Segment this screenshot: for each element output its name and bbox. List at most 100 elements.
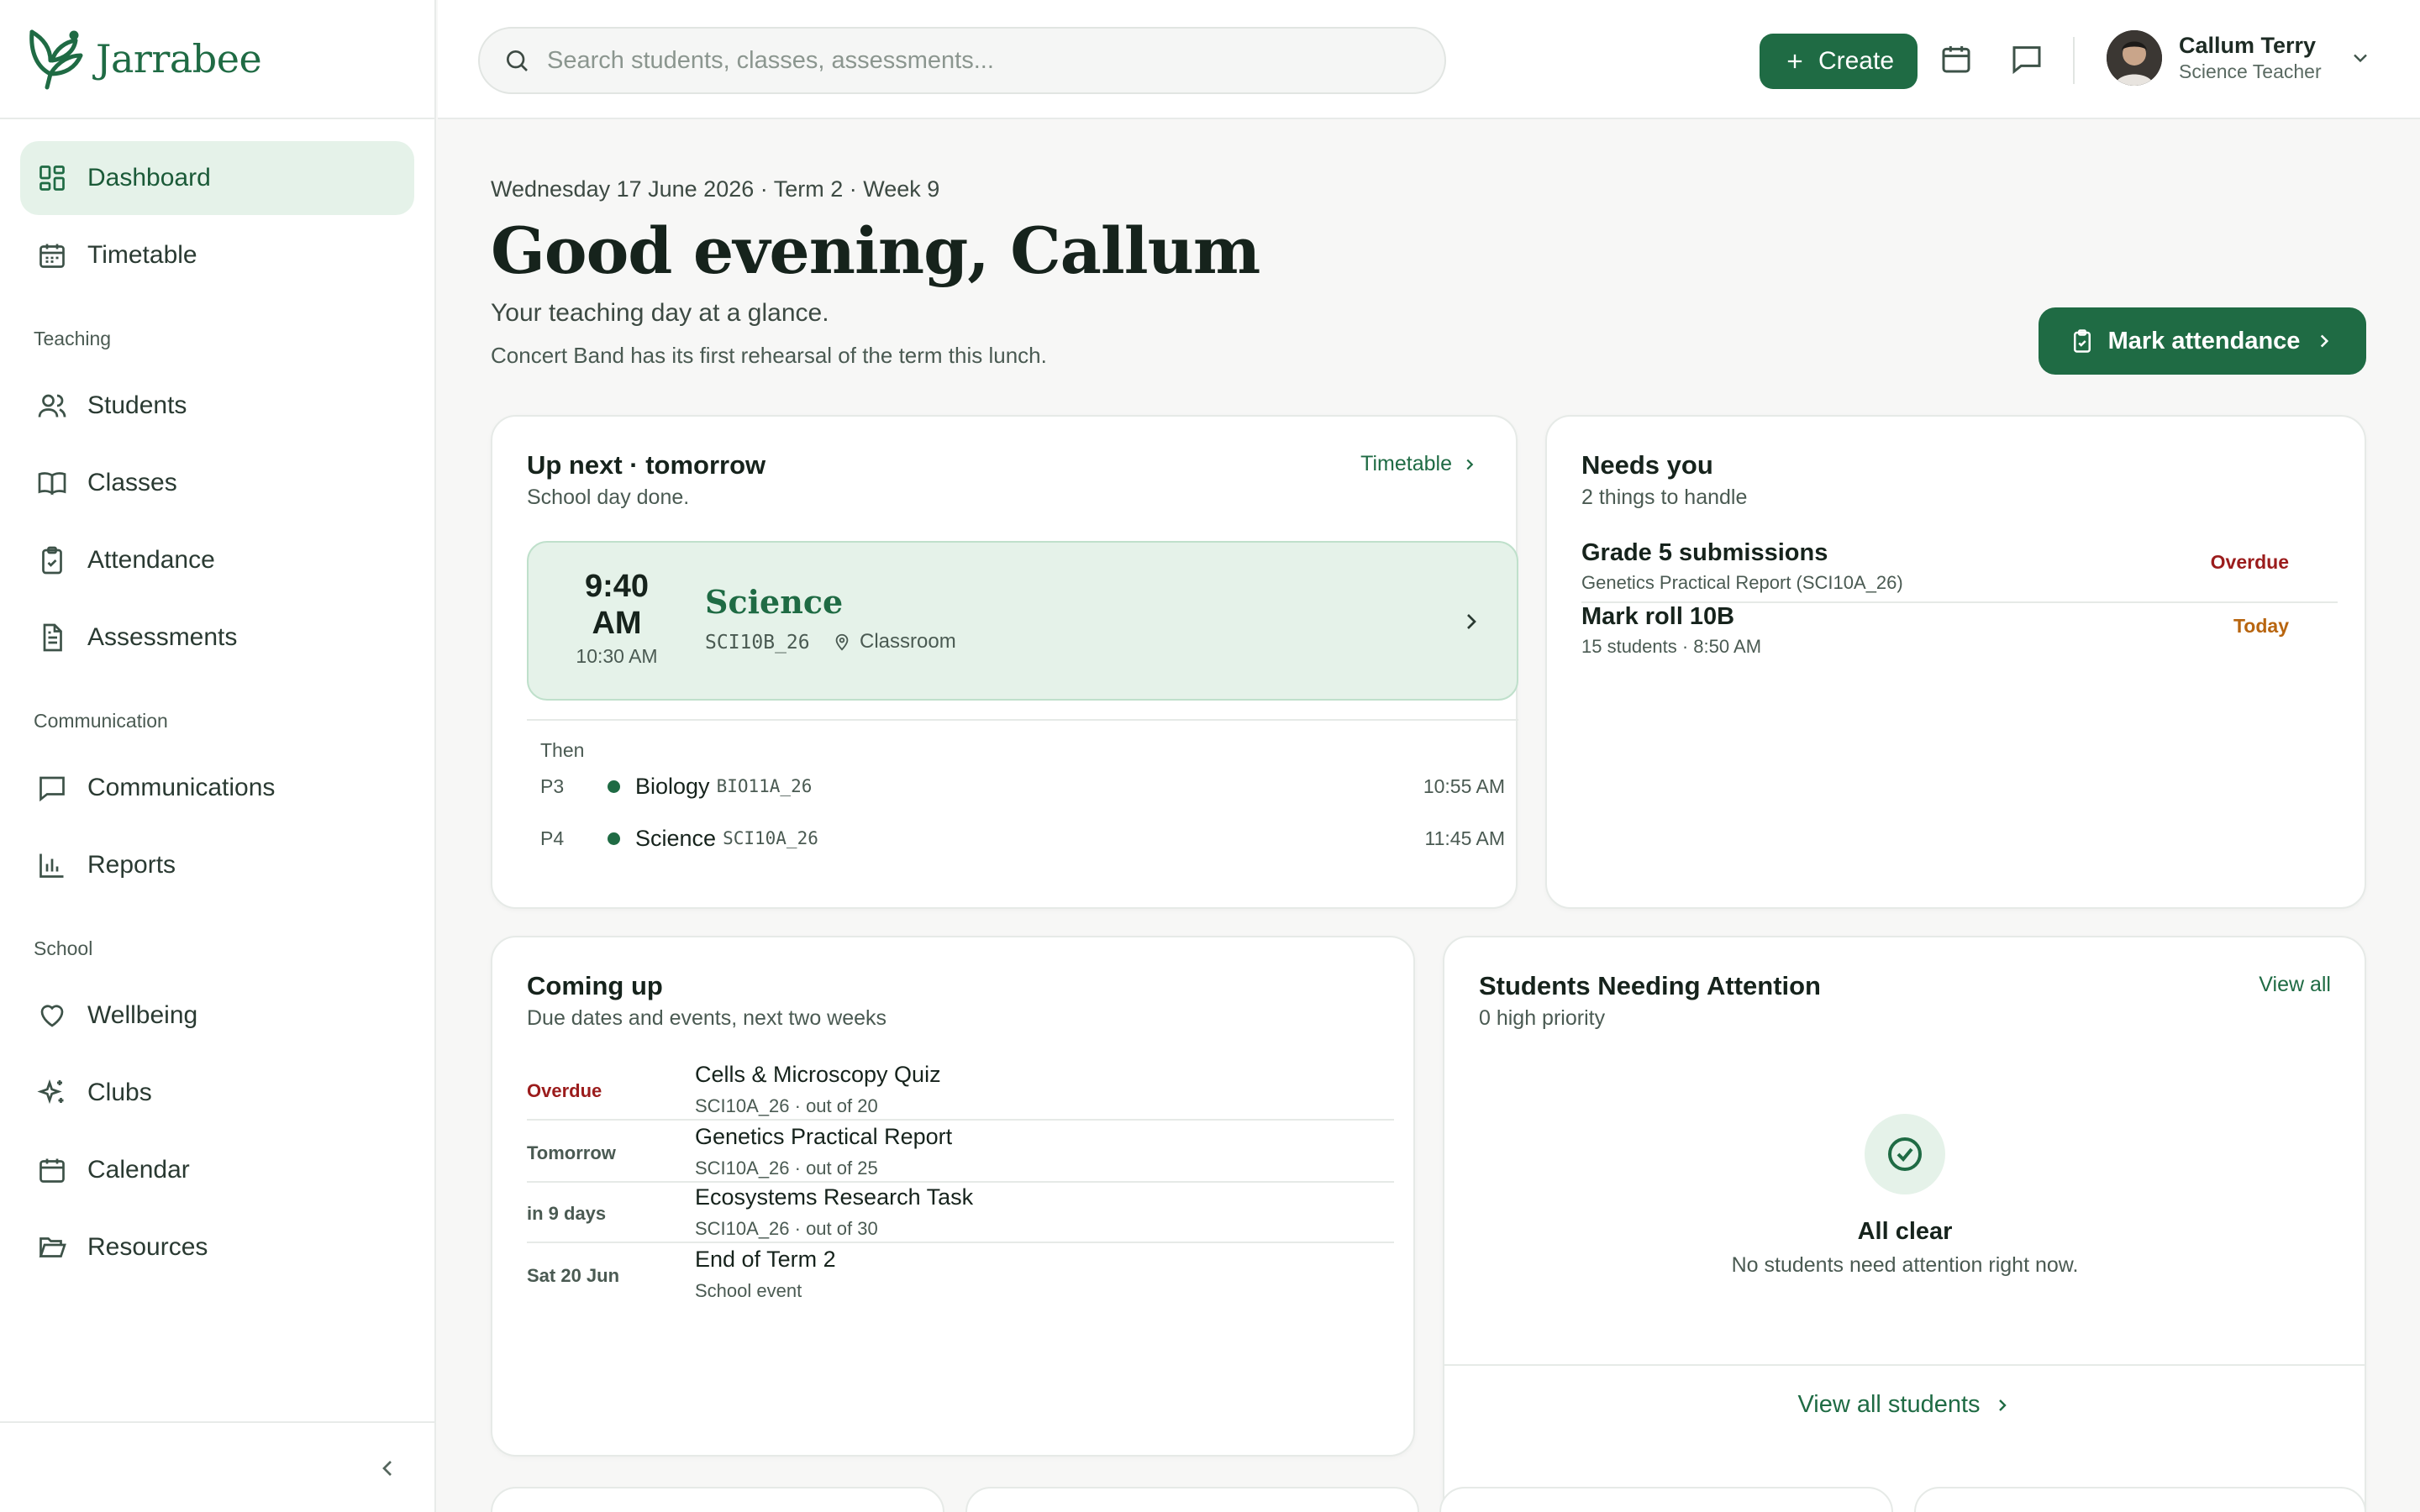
period-label: P3 [540,774,565,797]
user-menu[interactable]: Callum Terry Science Teacher [2107,30,2372,86]
sidebar-item-assessments[interactable]: Assessments [20,601,414,675]
date-line: Wednesday 17 June 2026 · Term 2 · Week 9 [491,176,940,202]
list-item[interactable]: Tomorrow Genetics Practical Report SCI10… [527,1124,1394,1184]
chevron-right-icon [1992,1395,2012,1415]
mark-attendance-button[interactable]: Mark attendance [2039,307,2366,375]
view-all-students-label: View all students [1797,1391,1981,1418]
map-pin-icon [833,633,851,651]
chevron-right-icon [2313,330,2335,352]
user-name: Callum Terry [2179,33,2317,58]
book-icon [37,468,67,498]
sidebar-section-teaching: Teaching [34,328,112,349]
calendar-icon [37,240,67,270]
timetable-link[interactable]: Timetable [1360,452,1479,476]
divider [527,719,1518,721]
calendar-icon[interactable] [1939,42,1973,76]
task-title: Mark roll 10B [1581,603,1735,630]
sidebar-item-dashboard[interactable]: Dashboard [20,141,414,215]
list-item[interactable]: P4 Science SCI10A_26 11:45 AM [540,822,1505,855]
due-label: in 9 days [527,1203,607,1224]
sidebar-item-wellbeing[interactable]: Wellbeing [20,979,414,1053]
divider [527,1242,1394,1243]
mark-attendance-label: Mark attendance [2107,327,2301,354]
brand[interactable]: Jarrabee [0,0,434,119]
sidebar-item-label: Reports [87,851,176,879]
sidebar-item-communications[interactable]: Communications [20,751,414,825]
task-subtitle: Genetics Practical Report (SCI10A_26) [1581,572,1903,593]
stat-card [491,1487,944,1512]
due-label: Tomorrow [527,1142,616,1163]
jarrabee-logo-icon [25,27,84,91]
chevron-down-icon [2349,46,2372,70]
list-item[interactable]: Overdue Cells & Microscopy Quiz SCI10A_2… [527,1062,1394,1122]
task-item[interactable]: Mark roll 10B 15 students · 8:50 AM Toda… [1581,603,2338,658]
message-icon[interactable] [2010,42,2044,76]
sidebar-item-calendar[interactable]: Calendar [20,1133,414,1207]
next-class-subject: Science [705,583,844,621]
sidebar-item-timetable[interactable]: Timetable [20,218,414,292]
sidebar-item-clubs[interactable]: Clubs [20,1056,414,1130]
sidebar-item-label: Calendar [87,1156,190,1184]
due-label: Sat 20 Jun [527,1265,620,1286]
page-title: Good evening, Callum [491,213,1260,288]
view-all-students-link[interactable]: View all students [1444,1391,2365,1419]
folder-open-icon [37,1232,67,1263]
main-content: Wednesday 17 June 2026 · Term 2 · Week 9… [438,121,2420,1512]
sidebar-item-label: Resources [87,1233,208,1261]
class-subject: Science [635,825,717,851]
sidebar-footer [0,1421,436,1512]
divider [1444,1364,2365,1366]
empty-state-title: All clear [1857,1218,1953,1245]
status-badge: Overdue [2210,551,2289,573]
message-icon [37,773,67,803]
status-badge: Today [2233,615,2289,637]
timetable-link-label: Timetable [1360,452,1452,475]
bar-chart-icon [37,850,67,880]
students-attention-subtitle: 0 high priority [1479,1006,1606,1030]
stat-card [1439,1487,1893,1512]
plus-icon [1783,50,1807,73]
sidebar-item-reports[interactable]: Reports [20,828,414,902]
avatar [2107,30,2162,86]
sidebar-item-attendance[interactable]: Attendance [20,523,414,597]
sidebar-item-label: Clubs [87,1079,152,1106]
search-bar[interactable] [478,27,1446,94]
list-item[interactable]: P3 Biology BIO11A_26 10:55 AM [540,769,1505,803]
page-subtitle: Your teaching day at a glance. [491,299,829,327]
item-subtitle: SCI10A_26 · out of 30 [695,1218,878,1239]
view-all-link[interactable]: View all [2259,973,2331,997]
due-label: Overdue [527,1080,602,1101]
list-item[interactable]: Sat 20 Jun End of Term 2 School event [527,1247,1394,1307]
task-item[interactable]: Grade 5 submissions Genetics Practical R… [1581,539,2338,594]
list-item[interactable]: in 9 days Ecosystems Research Task SCI10… [527,1184,1394,1245]
daily-note: Concert Band has its first rehearsal of … [491,343,1047,368]
collapse-sidebar-chevron-left-icon[interactable] [374,1455,401,1482]
up-next-subtitle: School day done. [527,486,690,509]
status-dot [608,780,620,793]
class-code: SCI10A_26 [723,828,818,848]
empty-state-subtitle: No students need attention right now. [1731,1253,2079,1277]
sidebar-section-school: School [34,937,93,959]
sidebar-nav: Dashboard Timetable Teaching Students Cl… [0,119,434,1284]
dashboard-icon [37,163,67,193]
class-time: 11:45 AM [1424,827,1505,849]
sidebar-section-communication: Communication [34,710,168,732]
next-class-card[interactable]: 9:40 AM 10:30 AM Science SCI10B_26 Class… [527,541,1518,701]
create-label: Create [1818,47,1895,75]
heart-icon [37,1000,67,1031]
sidebar-item-label: Wellbeing [87,1001,198,1029]
class-subject: Biology [635,773,710,799]
item-title: Cells & Microscopy Quiz [695,1062,941,1087]
sidebar-item-students[interactable]: Students [20,369,414,443]
needs-you-subtitle: 2 things to handle [1581,486,1748,509]
search-input[interactable] [547,46,1421,75]
sidebar-item-label: Communications [87,774,276,801]
header-divider [2073,37,2075,84]
sidebar-item-label: Classes [87,469,177,496]
sidebar-item-label: Students [87,391,187,419]
create-button[interactable]: Create [1760,34,1918,89]
sparkles-icon [37,1078,67,1108]
sidebar-item-resources[interactable]: Resources [20,1210,414,1284]
sidebar-item-classes[interactable]: Classes [20,446,414,520]
users-icon [37,391,67,421]
